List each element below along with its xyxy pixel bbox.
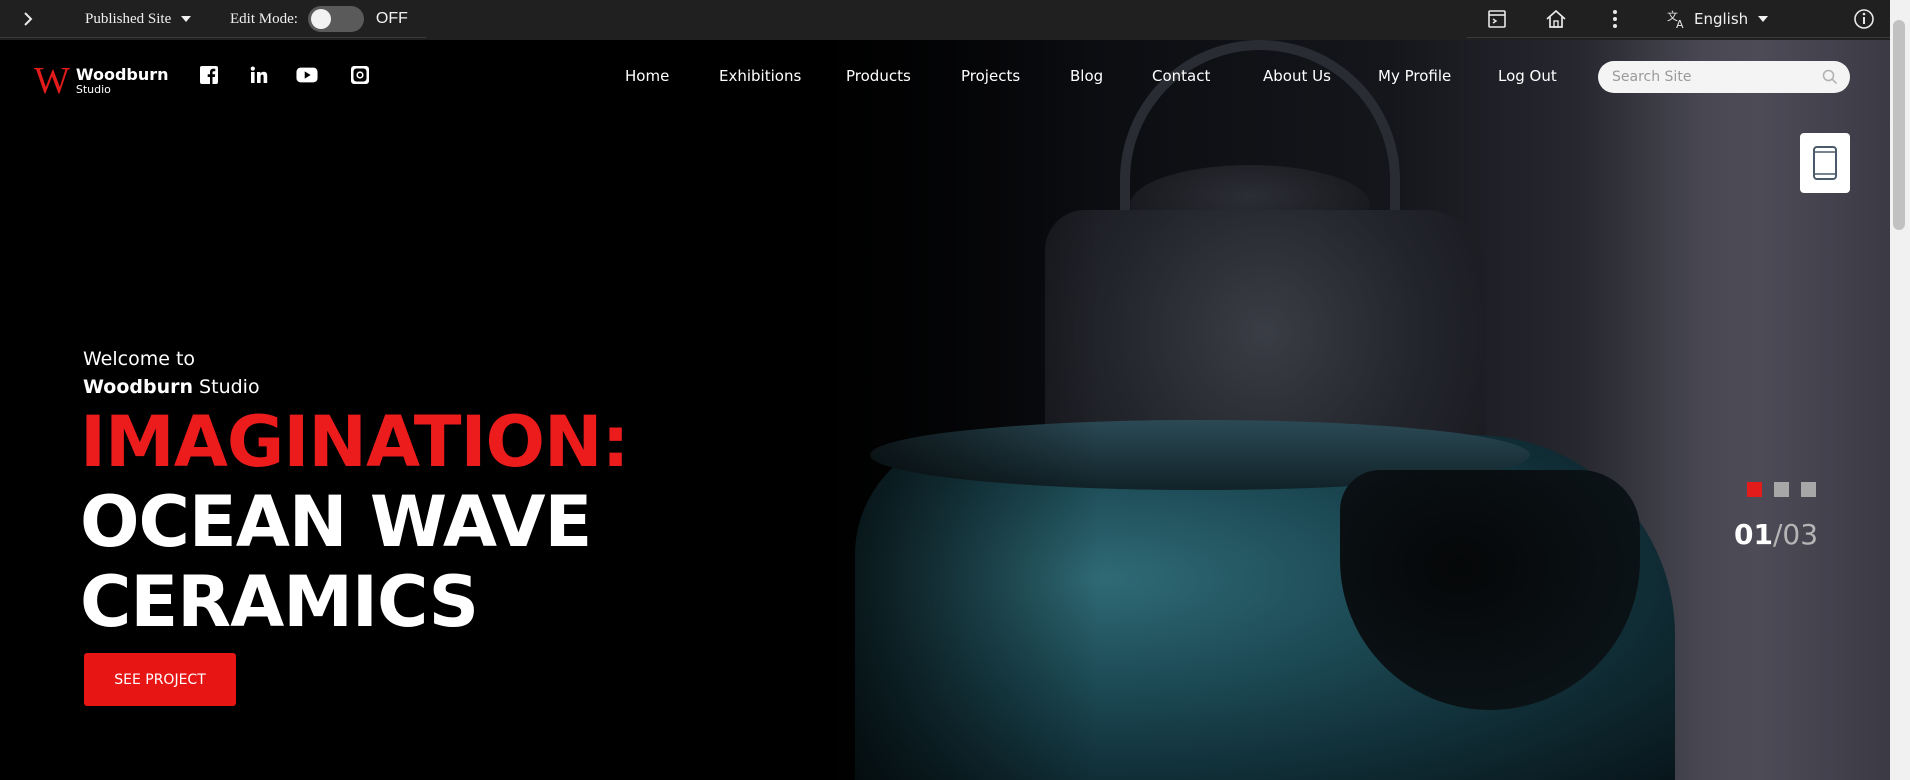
site-selector-dropdown[interactable]: Published Site xyxy=(85,0,192,38)
site-logo[interactable]: W Woodburn Studio xyxy=(34,62,169,100)
toggle-knob xyxy=(310,9,331,29)
svg-text:A: A xyxy=(1676,18,1684,30)
slide-counter-current: 01 xyxy=(1734,518,1773,551)
nav-item-home[interactable]: Home xyxy=(625,62,669,90)
slider-dot-3[interactable] xyxy=(1801,482,1816,497)
edit-mode-label: Edit Mode: xyxy=(230,10,298,27)
slider-dot-2[interactable] xyxy=(1774,482,1789,497)
hero-headline: OCEAN WAVE CERAMICS xyxy=(80,481,592,643)
hero-headline-accent: IMAGINATION: xyxy=(80,401,630,483)
nav-item-about-us[interactable]: About Us xyxy=(1263,62,1331,90)
caret-down-icon xyxy=(1758,16,1769,22)
home-icon[interactable] xyxy=(1545,0,1567,38)
see-project-button[interactable]: SEE PROJECT xyxy=(84,653,236,706)
hero-studio-name-bold: Woodburn xyxy=(83,376,194,398)
caret-down-icon xyxy=(181,16,192,22)
hero-studio-name: Woodburn Studio xyxy=(83,373,260,401)
translate-icon: 文A xyxy=(1666,8,1688,30)
hero-studio-name-rest: Studio xyxy=(193,376,260,398)
language-selector[interactable]: 文A English xyxy=(1666,0,1769,38)
logo-subtitle: Studio xyxy=(75,83,111,96)
search-input[interactable] xyxy=(1612,61,1812,93)
tablet-icon xyxy=(1812,145,1838,181)
tablet-view-button[interactable] xyxy=(1800,133,1850,193)
nav-item-blog[interactable]: Blog xyxy=(1070,62,1103,90)
linkedin-icon[interactable] xyxy=(248,64,270,86)
search-box xyxy=(1598,61,1850,93)
chevron-right-icon[interactable] xyxy=(22,0,34,38)
search-icon[interactable] xyxy=(1822,69,1838,89)
site-selector-label: Published Site xyxy=(85,10,172,27)
language-label: English xyxy=(1694,10,1749,28)
nav-item-projects[interactable]: Projects xyxy=(961,62,1020,90)
nav-item-my-profile[interactable]: My Profile xyxy=(1378,62,1451,90)
edit-mode-state: OFF xyxy=(375,10,408,27)
facebook-icon[interactable] xyxy=(198,64,220,86)
nav-item-products[interactable]: Products xyxy=(846,62,911,90)
youtube-icon[interactable] xyxy=(296,64,318,86)
slide-counter: 01/03 xyxy=(1734,518,1818,551)
logo-name: Woodburn xyxy=(75,65,169,84)
hero-headline-line-3: CERAMICS xyxy=(80,561,479,643)
edit-mode-toggle[interactable] xyxy=(307,6,364,32)
hero-headline-line-2: OCEAN WAVE xyxy=(80,481,592,563)
slider-dot-1[interactable] xyxy=(1747,482,1762,497)
nav-item-log-out[interactable]: Log Out xyxy=(1498,62,1557,90)
page-scrollbar[interactable] xyxy=(1890,0,1910,780)
nav-item-contact[interactable]: Contact xyxy=(1152,62,1210,90)
slider-dots xyxy=(1747,482,1828,497)
nav-item-exhibitions[interactable]: Exhibitions xyxy=(719,62,801,90)
scrollbar-thumb[interactable] xyxy=(1893,20,1905,230)
hero-welcome-text: Welcome to xyxy=(83,348,196,370)
instagram-icon[interactable] xyxy=(349,64,371,86)
hero-gradient-overlay xyxy=(600,40,1100,780)
logo-mark: W xyxy=(34,60,70,102)
slide-counter-separator: / xyxy=(1772,518,1783,551)
preview-panel-icon[interactable] xyxy=(1487,0,1507,38)
admin-toolbar: Published Site Edit Mode: OFF 文A English xyxy=(0,0,1910,40)
kebab-menu-icon[interactable] xyxy=(1612,0,1618,38)
edit-mode-control: Edit Mode: OFF xyxy=(230,0,408,38)
logo-text: Woodburn Studio xyxy=(75,65,169,96)
slide-counter-total: 03 xyxy=(1782,518,1819,551)
info-icon[interactable] xyxy=(1853,0,1875,38)
